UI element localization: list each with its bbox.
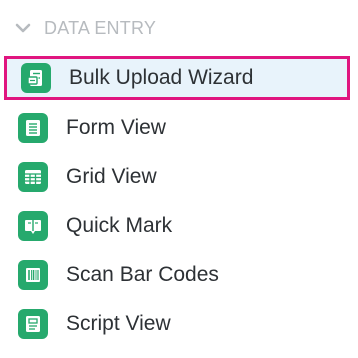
menu-item-label: Script View: [66, 312, 171, 335]
menu-item-label: Scan Bar Codes: [66, 263, 219, 286]
menu-item-bulk-upload-wizard[interactable]: Bulk Upload Wizard: [4, 56, 350, 100]
section-title: DATA ENTRY: [44, 17, 157, 38]
menu-item-scan-bar-codes[interactable]: Scan Bar Codes: [18, 255, 348, 295]
script-view-icon: [18, 309, 48, 339]
menu-item-label: Form View: [66, 116, 166, 139]
bulk-upload-icon: [21, 63, 51, 93]
quick-mark-icon: [18, 211, 48, 241]
menu-item-grid-view[interactable]: Grid View: [18, 157, 348, 197]
menu-item-form-view[interactable]: Form View: [18, 108, 348, 148]
menu-item-quick-mark[interactable]: Quick Mark: [18, 206, 348, 246]
section-header-data-entry[interactable]: DATA ENTRY: [14, 16, 156, 40]
menu-item-script-view[interactable]: Script View: [18, 304, 348, 344]
menu-item-label: Quick Mark: [66, 214, 173, 237]
grid-view-icon: [18, 162, 48, 192]
menu-item-label: Bulk Upload Wizard: [69, 66, 254, 89]
menu-item-label: Grid View: [66, 165, 157, 188]
barcode-icon: [18, 260, 48, 290]
form-view-icon: [18, 113, 48, 143]
chevron-down-icon[interactable]: [14, 19, 32, 37]
data-entry-panel: DATA ENTRY Bulk Upload Wizard Form View …: [0, 0, 358, 358]
